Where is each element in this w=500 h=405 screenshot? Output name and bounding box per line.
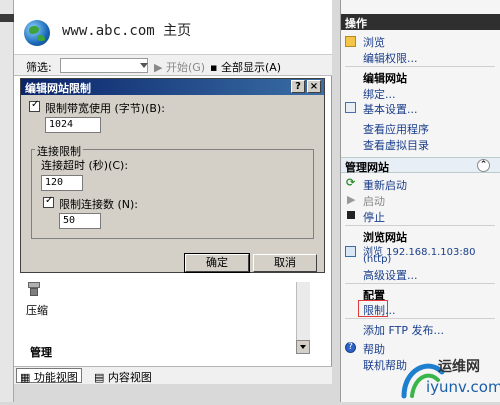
compress-icon[interactable] [26,282,42,300]
browser-icon [345,246,356,257]
stop-icon [347,211,355,219]
manage-site-section: 管理网站 ⌃ [341,157,500,174]
tab-content-view[interactable]: ▤ 内容视图 [94,369,152,385]
limit-connections-checkbox[interactable] [43,195,54,208]
scroll-down-button[interactable] [296,340,310,354]
edit-site-header: 编辑网站 [363,72,407,85]
manage-section-header: 管理 [30,346,52,359]
bandwidth-input[interactable]: 1024 [45,117,101,133]
close-button[interactable]: × [307,80,321,93]
folder-icon [345,36,356,47]
connections-input[interactable]: 50 [59,213,101,229]
view-tabs: ▦ 功能视图 ▤ 内容视图 [14,366,332,384]
filter-label: 筛选: [26,61,52,74]
basic-settings-link[interactable]: 基本设置... [363,101,418,117]
filter-bar: 筛选: ▶ 开始(G) ▪ 全部显示(A) [14,54,332,76]
cancel-button[interactable]: 取消 [253,254,317,272]
page-title: www.abc.com 主页 [62,23,192,39]
watermark-url: iyunv.com [426,378,500,396]
globe-icon [24,20,50,46]
bindings-link[interactable]: 绑定... [363,86,396,102]
start-button[interactable]: ▶ 开始(G) [154,59,205,75]
limit-connections-label: 限制连接数 (N): [59,198,139,211]
timeout-label: 连接超时 (秒)(C): [41,159,129,172]
collapse-icon[interactable]: ⌃ [477,159,490,172]
left-pane-strip [0,0,14,402]
tab-features-view[interactable]: ▦ 功能视图 [16,368,82,384]
settings-page-icon [345,102,356,113]
browse-link[interactable]: 浏览 [363,34,385,50]
filter-input[interactable] [60,58,148,73]
page-header: www.abc.com 主页 [14,0,332,54]
advanced-settings-link[interactable]: 高级设置... [363,267,418,283]
limit-bandwidth-checkbox[interactable] [29,99,40,112]
actions-header: 操作 [341,14,500,30]
timeout-input[interactable]: 120 [41,175,83,191]
watermark-text: 运维网 [438,359,480,375]
compress-label[interactable]: 压缩 [26,302,48,318]
ok-button[interactable]: 确定 [184,253,250,273]
view-applications-link[interactable]: 查看应用程序 [363,121,429,137]
manage-site-header: 管理网站 [345,161,389,174]
help-icon: ? [345,342,356,353]
edit-permissions-link[interactable]: 编辑权限... [363,50,418,66]
browse-address-protocol[interactable]: (http) [363,254,391,265]
restart-link[interactable]: 重新启动 [363,177,407,193]
watermark-logo: 运维网 iyunv.com [398,352,500,402]
start-icon: ▶ [347,193,356,206]
add-ftp-publish-link[interactable]: 添加 FTP 发布... [363,322,444,338]
limits-link[interactable]: 限制... [363,302,396,318]
view-virtual-dirs-link[interactable]: 查看虚拟目录 [363,137,429,153]
dialog-titlebar[interactable]: 编辑网站限制 ? × [21,79,324,95]
start-link: 启动 [363,195,385,208]
stop-link[interactable]: 停止 [363,209,385,225]
dialog-title: 编辑网站限制 [25,82,91,95]
limit-bandwidth-label: 限制带宽使用 (字节)(B): [45,102,165,115]
help-link[interactable]: 帮助 [363,341,385,357]
restart-icon: ⟳ [346,176,356,189]
edit-site-limits-dialog: 编辑网站限制 ? × 限制带宽使用 (字节)(B): 1024 连接限制 连接超… [20,78,325,273]
show-all-button[interactable]: ▪ 全部显示(A) [210,59,281,75]
help-button[interactable]: ? [291,80,305,93]
actions-pane: 操作 浏览 编辑权限... 编辑网站 绑定... 基本设置... 查看应用程序 … [340,0,500,402]
